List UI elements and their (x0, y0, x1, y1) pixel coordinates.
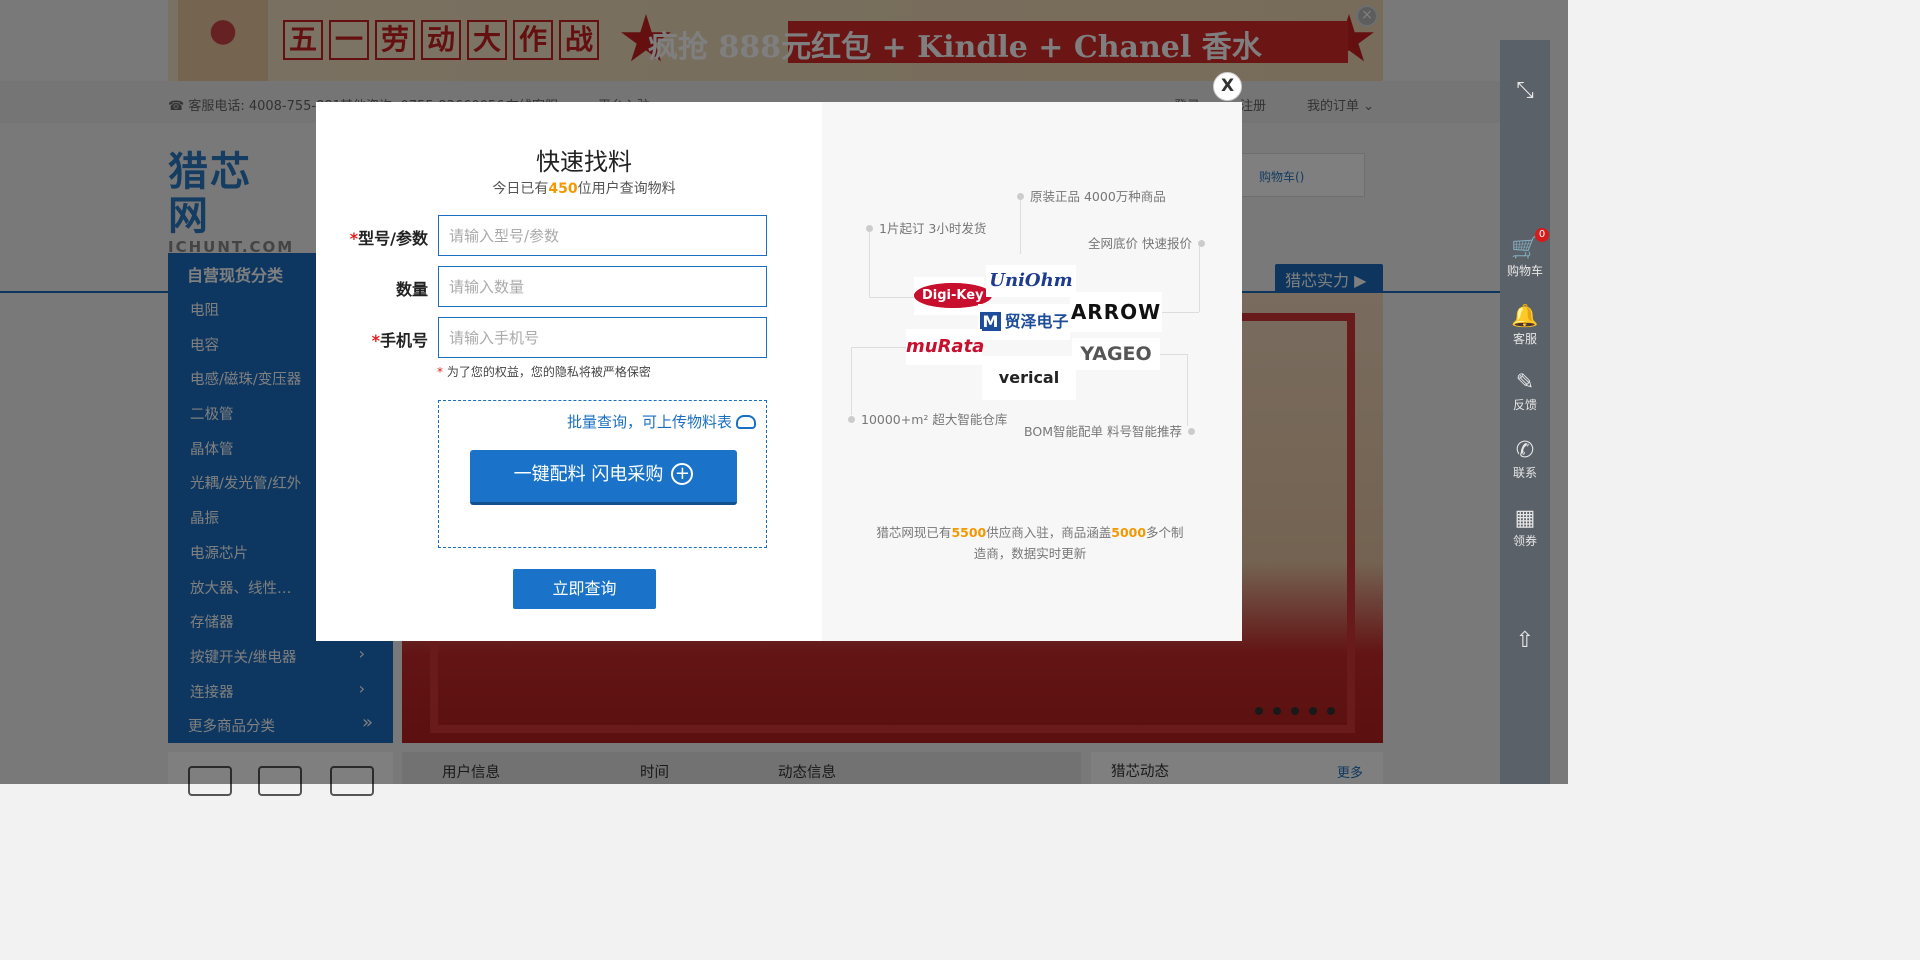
dot-icon (1187, 428, 1195, 435)
bom-upload-area[interactable]: 批量查询，可上传物料表 一键配料 闪电采购 + (438, 400, 767, 548)
pencil-icon: ✎ (1515, 370, 1535, 395)
feedback-label: 反馈 (1512, 398, 1537, 412)
quantity-input[interactable] (438, 266, 767, 307)
coupon-label: 领券 (1512, 534, 1537, 548)
model-input[interactable] (438, 215, 767, 256)
required-mark: * (349, 229, 359, 248)
query-count: 450 (548, 181, 578, 197)
feature-item: 10000+m² 超大智能仓库 (848, 409, 1007, 428)
yageo-logo: YAGEO (1072, 338, 1160, 370)
subtitle-prefix: 今日已有 (492, 181, 549, 197)
supplier-note: 猎芯网现已有5500供应商入驻，商品涵盖5000多个制造商，数据实时更新 (874, 522, 1186, 564)
dot-icon (1197, 240, 1205, 247)
model-label: *型号/参数 (350, 225, 428, 249)
sidebar-feedback[interactable]: ✎ 反馈 (1500, 370, 1550, 413)
phone-icon: ✆ (1515, 438, 1535, 463)
feature-text: 10000+m² 超大智能仓库 (861, 412, 1008, 427)
bom-button-label: 一键配料 闪电采购 (513, 464, 664, 485)
phone-input[interactable] (438, 317, 767, 358)
murata-logo: muRata (906, 329, 984, 365)
cloud-upload-icon (736, 415, 756, 429)
digikey-logo: Digi-Key (914, 277, 992, 315)
feature-item: 1片起订 3小时发货 (866, 218, 986, 237)
feature-text: 1片起订 3小时发货 (879, 221, 987, 236)
service-label: 客服 (1512, 332, 1537, 346)
upload-link-text: 批量查询，可上传物料表 (566, 413, 732, 431)
query-now-button[interactable]: 立即查询 (513, 569, 656, 609)
one-click-bom-button[interactable]: 一键配料 闪电采购 + (470, 450, 737, 505)
connector-line (1162, 312, 1199, 313)
qrcode-icon: ▦ (1514, 506, 1536, 531)
feature-text: 全网底价 快速报价 (1088, 236, 1192, 251)
quick-search-modal: 快速找料 今日已有450位用户查询物料 *型号/参数 数量 *手机号 * 为了您… (316, 102, 1242, 641)
connector-line (869, 297, 919, 298)
manufacturer-count: 5000 (1111, 525, 1147, 540)
modal-form-panel: 快速找料 今日已有450位用户查询物料 *型号/参数 数量 *手机号 * 为了您… (316, 102, 822, 641)
collapse-button[interactable]: ⤡ (1500, 78, 1550, 104)
feature-item: 全网底价 快速报价 (1088, 233, 1205, 252)
phone-label: *手机号 (372, 327, 428, 351)
quantity-label-text: 数量 (395, 280, 428, 299)
note-part: 供应商入驻，商品涵盖 (986, 525, 1112, 540)
sidebar-service[interactable]: 🔔 客服 (1500, 304, 1550, 347)
note-part: 猎芯网现已有 (876, 525, 952, 540)
feature-text: 原装正品 4000万种商品 (1030, 189, 1166, 204)
modal-title: 快速找料 (536, 148, 632, 176)
required-mark: * (371, 331, 380, 350)
back-to-top-button[interactable]: ⇧ (1500, 628, 1550, 654)
bell-icon: 🔔 (1511, 304, 1539, 329)
feature-text: BOM智能配单 料号智能推荐 (1024, 424, 1182, 439)
right-sidebar: ⤡ 🛒 0 购物车 🔔 客服 ✎ 反馈 ✆ 联系 ▦ 领券 ⇧ (1500, 40, 1550, 784)
subtitle-suffix: 位用户查询物料 (577, 181, 676, 197)
arrow-up-icon: ⇧ (1515, 628, 1535, 653)
model-row: *型号/参数 (316, 215, 776, 256)
mouser-logo: M 贸泽电子 (978, 304, 1070, 340)
uniohm-logo: UniOhm (986, 265, 1076, 297)
connector-line (1187, 354, 1188, 426)
modal-close-button[interactable]: X (1213, 72, 1242, 101)
plus-circle-icon: + (671, 463, 694, 485)
privacy-text: 为了您的权益，您的隐私将被严格保密 (443, 365, 651, 379)
supplier-count: 5500 (951, 525, 987, 540)
model-label-text: 型号/参数 (358, 229, 428, 248)
modal-info-panel: 1片起订 3小时发货 原装正品 4000万种商品 全网底价 快速报价 10000… (822, 102, 1242, 641)
connector-line (1199, 242, 1200, 312)
mouser-m-icon: M (979, 312, 1002, 331)
privacy-note: * 为了您的权益，您的隐私将被严格保密 (437, 363, 651, 380)
phone-row: *手机号 (316, 317, 776, 358)
dot-icon (866, 225, 873, 232)
dot-icon (848, 416, 855, 423)
upload-bom-link[interactable]: 批量查询，可上传物料表 (567, 411, 756, 432)
feature-item: 原装正品 4000万种商品 (1017, 186, 1166, 205)
collapse-icon: ⤡ (1516, 78, 1534, 103)
cart-label: 购物车 (1506, 264, 1543, 278)
quantity-label: 数量 (396, 276, 428, 300)
mouser-text: 贸泽电子 (1004, 312, 1069, 331)
dot-icon (1017, 193, 1024, 200)
connector-line (851, 347, 852, 415)
contact-label: 联系 (1512, 466, 1537, 480)
connector-line (851, 347, 906, 348)
phone-label-text: 手机号 (379, 331, 428, 350)
verical-logo: verical (982, 356, 1076, 400)
modal-subtitle: 今日已有450位用户查询物料 (316, 178, 852, 198)
sidebar-coupon[interactable]: ▦ 领券 (1500, 506, 1550, 549)
cart-count-badge: 0 (1535, 228, 1549, 242)
sidebar-cart[interactable]: 🛒 0 购物车 (1500, 228, 1550, 279)
arrow-logo: ARROW (1070, 292, 1162, 332)
feature-item: BOM智能配单 料号智能推荐 (1024, 421, 1195, 440)
quantity-row: 数量 (316, 266, 776, 307)
connector-line (869, 227, 870, 297)
sidebar-contact[interactable]: ✆ 联系 (1500, 438, 1550, 481)
